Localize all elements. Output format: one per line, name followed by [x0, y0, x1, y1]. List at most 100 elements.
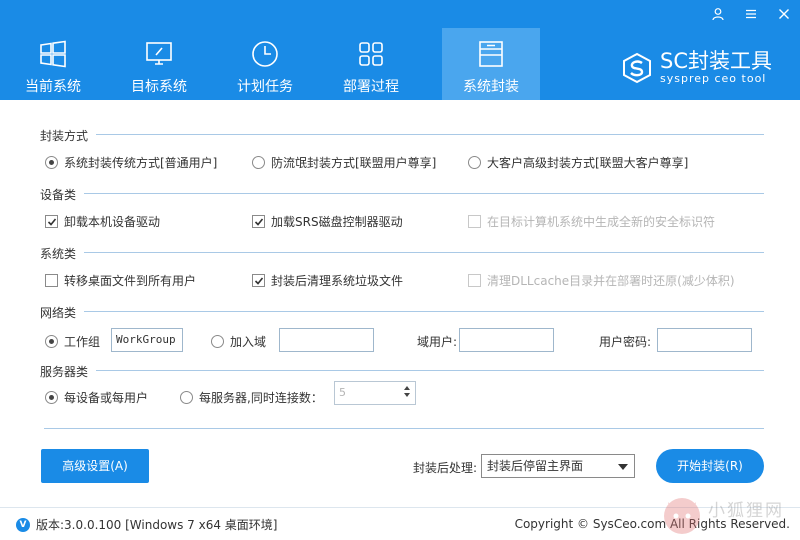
section-title-device: 设备类 — [40, 188, 77, 202]
option-generate-sid: 在目标计算机系统中生成全新的安全标识符 — [468, 213, 715, 230]
checkbox[interactable] — [252, 215, 265, 228]
connections-value: 5 — [339, 386, 346, 399]
method-anti-rogue[interactable]: 防流氓封装方式[联盟用户尊享] — [252, 154, 436, 171]
workgroup-input[interactable]: WorkGroup — [111, 328, 183, 352]
monitor-icon — [146, 42, 172, 65]
option-label: 在目标计算机系统中生成全新的安全标识符 — [487, 215, 716, 229]
menu-icon[interactable] — [734, 0, 767, 28]
post-process-select[interactable]: 封装后停留主界面 — [481, 454, 635, 478]
clock-icon — [252, 41, 278, 67]
section-title-network: 网络类 — [40, 306, 77, 320]
tab-label: 目标系统 — [131, 79, 187, 95]
domain-input[interactable] — [279, 328, 374, 352]
section-divider — [96, 134, 764, 135]
radio-button[interactable] — [180, 391, 193, 404]
network-workgroup-option[interactable]: 工作组 — [45, 333, 100, 350]
fox-logo-icon — [664, 498, 700, 534]
tab-label: 部署过程 — [343, 79, 399, 95]
brand-subtitle: sysprep ceo tool — [660, 72, 767, 85]
actions-divider — [44, 428, 764, 429]
checkbox — [468, 215, 481, 228]
domain-user-input[interactable] — [459, 328, 554, 352]
tab-deployment[interactable]: 部署过程 — [318, 28, 424, 100]
connections-stepper[interactable]: 5 — [334, 381, 416, 405]
brand: SC封装工具 sysprep ceo tool — [620, 48, 772, 88]
header-bar: 当前系统 目标系统 计划任务 部署过程 系统封装 SC封装工具 sysprep … — [0, 0, 800, 100]
option-label: 工作组 — [64, 335, 101, 349]
checkmark-icon — [254, 218, 264, 226]
arrow-up-icon[interactable] — [404, 386, 410, 390]
option-label: 每设备或每用户 — [64, 391, 149, 405]
radio-button[interactable] — [252, 156, 265, 169]
section-divider — [84, 193, 764, 194]
checkbox[interactable] — [252, 274, 265, 287]
radio-button[interactable] — [211, 335, 224, 348]
brand-title: SC封装工具 — [660, 49, 772, 73]
option-clean-junk[interactable]: 封装后清理系统垃圾文件 — [252, 272, 403, 289]
user-icon[interactable] — [701, 0, 734, 28]
sc-logo-icon — [623, 52, 651, 84]
close-icon[interactable] — [767, 0, 800, 28]
advanced-settings-button[interactable]: 高级设置(A) — [41, 449, 149, 483]
tab-target-system[interactable]: 目标系统 — [106, 28, 212, 100]
domain-user-label: 域用户: — [417, 335, 458, 349]
section-title-system: 系统类 — [40, 247, 77, 261]
server-per-server-option[interactable]: 每服务器,同时连接数： — [180, 389, 323, 406]
tab-scheduled-tasks[interactable]: 计划任务 — [212, 28, 318, 100]
tab-current-system[interactable]: 当前系统 — [0, 28, 106, 100]
section-divider — [84, 252, 764, 253]
post-process-value: 封装后停留主界面 — [487, 459, 584, 473]
version-text: 版本:3.0.0.100 [Windows 7 x64 桌面环境] — [36, 518, 278, 532]
radio-button[interactable] — [45, 156, 58, 169]
option-load-srs-driver[interactable]: 加载SRS磁盘控制器驱动 — [252, 213, 403, 230]
option-label: 防流氓封装方式[联盟用户尊享] — [271, 156, 437, 170]
section-divider — [84, 311, 764, 312]
arrow-down-icon[interactable] — [404, 393, 410, 397]
method-traditional[interactable]: 系统封装传统方式[普通用户] — [45, 154, 217, 171]
option-label: 每服务器,同时连接数： — [199, 391, 323, 405]
tab-system-package[interactable]: 系统封装 — [442, 28, 540, 100]
option-move-desktop-files[interactable]: 转移桌面文件到所有用户 — [45, 272, 196, 289]
checkmark-icon — [254, 277, 264, 285]
tab-label: 系统封装 — [463, 79, 519, 95]
option-label: 转移桌面文件到所有用户 — [64, 274, 197, 288]
option-label: 加入域 — [230, 335, 267, 349]
option-label: 清理DLLcache目录并在部署时还原(减少体积) — [487, 274, 735, 288]
checkmark-icon — [47, 218, 57, 226]
package-icon — [479, 41, 503, 67]
radio-button[interactable] — [45, 335, 58, 348]
post-process-label: 封装后处理: — [413, 461, 478, 475]
window-controls — [701, 0, 800, 28]
windows-icon — [40, 40, 66, 68]
main-nav: 当前系统 目标系统 计划任务 部署过程 系统封装 — [0, 28, 540, 100]
checkbox — [468, 274, 481, 287]
section-divider — [96, 370, 764, 371]
radio-button[interactable] — [45, 391, 58, 404]
checkbox[interactable] — [45, 215, 58, 228]
network-domain-option[interactable]: 加入域 — [211, 333, 266, 350]
watermark-text: 小狐狸网 — [708, 501, 784, 521]
version-icon: V — [16, 517, 30, 532]
chevron-down-icon — [618, 464, 628, 470]
option-label: 系统封装传统方式[普通用户] — [64, 156, 218, 170]
start-package-button[interactable]: 开始封装(R) — [656, 449, 764, 483]
checkbox[interactable] — [45, 274, 58, 287]
password-input[interactable] — [657, 328, 752, 352]
method-enterprise[interactable]: 大客户高级封装方式[联盟大客户尊享] — [468, 154, 688, 171]
option-label: 大客户高级封装方式[联盟大客户尊享] — [487, 156, 689, 170]
tab-label: 当前系统 — [25, 79, 81, 95]
radio-button[interactable] — [468, 156, 481, 169]
option-label: 封装后清理系统垃圾文件 — [271, 274, 404, 288]
password-label: 用户密码: — [599, 335, 652, 349]
version-info: V 版本:3.0.0.100 [Windows 7 x64 桌面环境] — [16, 516, 278, 533]
option-label: 卸载本机设备驱动 — [64, 215, 161, 229]
section-title-method: 封装方式 — [40, 129, 89, 143]
server-per-device-option[interactable]: 每设备或每用户 — [45, 389, 148, 406]
option-label: 加载SRS磁盘控制器驱动 — [271, 215, 403, 229]
option-uninstall-drivers[interactable]: 卸载本机设备驱动 — [45, 213, 160, 230]
section-title-server: 服务器类 — [40, 365, 89, 379]
stepper-arrows[interactable] — [401, 383, 413, 403]
watermark: 小狐狸网 — [660, 488, 800, 538]
tab-label: 计划任务 — [237, 79, 293, 95]
grid-icon — [359, 42, 383, 66]
